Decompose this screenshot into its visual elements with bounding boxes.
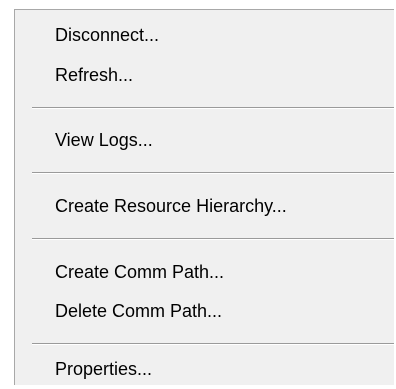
menu-item-create-resource-hierarchy[interactable]: Create Resource Hierarchy... xyxy=(55,193,287,219)
menu-separator xyxy=(32,172,394,174)
menu-separator xyxy=(32,343,394,345)
screen: Disconnect... Refresh... View Logs... Cr… xyxy=(0,0,396,389)
context-menu: Disconnect... Refresh... View Logs... Cr… xyxy=(14,9,394,385)
menu-item-refresh[interactable]: Refresh... xyxy=(55,62,133,88)
menu-item-create-comm-path[interactable]: Create Comm Path... xyxy=(55,259,224,285)
menu-separator xyxy=(32,107,394,109)
menu-item-view-logs[interactable]: View Logs... xyxy=(55,127,153,153)
menu-item-disconnect[interactable]: Disconnect... xyxy=(55,22,159,48)
menu-item-delete-comm-path[interactable]: Delete Comm Path... xyxy=(55,298,222,324)
menu-separator xyxy=(32,238,394,240)
menu-item-properties[interactable]: Properties... xyxy=(55,356,152,382)
cut-off-background-text xyxy=(20,0,320,2)
